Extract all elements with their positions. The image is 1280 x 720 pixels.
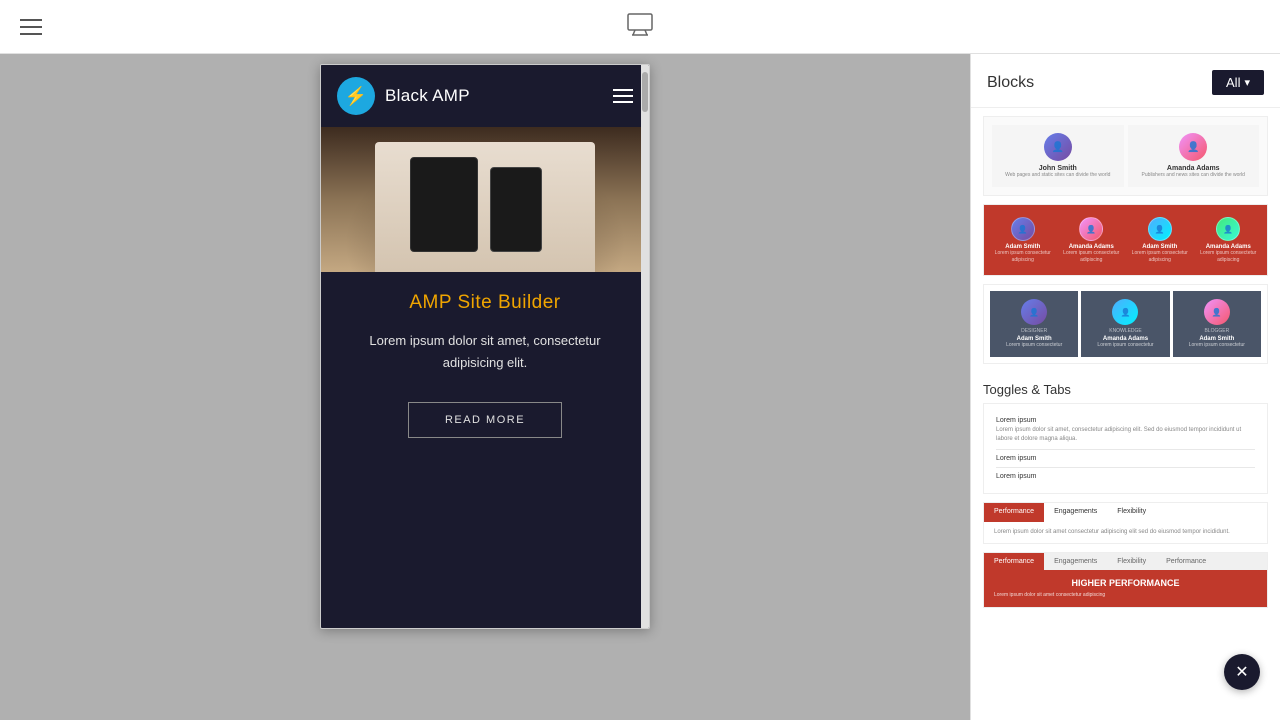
team-red-desc-1: Lorem ipsum consectetur adipiscing bbox=[994, 250, 1052, 263]
team-dark-desc-2: Lorem ipsum consectetur bbox=[1085, 342, 1165, 349]
toggles-section-label: Toggles & Tabs bbox=[983, 372, 1268, 403]
team-2col-grid: 👤 John Smith Web pages and static sites … bbox=[984, 117, 1267, 195]
tab2-flexibility[interactable]: Flexibility bbox=[1107, 553, 1156, 570]
mobile-content-title: AMP Site Builder bbox=[341, 292, 629, 314]
mobile-nav-logo: ⚡ Black AMP bbox=[337, 77, 470, 115]
right-panel: Blocks All 👤 John Smith Web pages and st… bbox=[970, 54, 1280, 720]
monitor-icon bbox=[625, 9, 655, 44]
team-red-avatar-1: 👤 bbox=[1011, 217, 1035, 241]
team-4col-grid: 👤 Adam Smith Lorem ipsum consectetur adi… bbox=[984, 205, 1267, 275]
main-content: ⚡ Black AMP AMP Site Builder bbox=[0, 54, 1280, 720]
tab2-performance[interactable]: Performance bbox=[984, 553, 1044, 570]
team-name-1: John Smith bbox=[998, 165, 1118, 172]
header bbox=[0, 0, 1280, 54]
toggle-item-3: Lorem ipsum bbox=[996, 468, 1255, 485]
close-fab-button[interactable]: ✕ bbox=[1224, 654, 1260, 690]
team-dark-desc-3: Lorem ipsum consectetur bbox=[1177, 342, 1257, 349]
team-red-avatar-2: 👤 bbox=[1079, 217, 1103, 241]
team-dark-role-1: DESIGNER bbox=[994, 328, 1074, 334]
team-dark-3: 👤 BLOGGER Adam Smith Lorem ipsum consect… bbox=[1173, 291, 1261, 357]
mobile-scrollbar[interactable] bbox=[641, 65, 649, 628]
toggles-block[interactable]: Lorem ipsum Lorem ipsum dolor sit amet, … bbox=[983, 403, 1268, 494]
team-name-2: Amanda Adams bbox=[1134, 165, 1254, 172]
toggle-item-2: Lorem ipsum bbox=[996, 450, 1255, 468]
team-dark-2: 👤 KNOWLEDGE Amanda Adams Lorem ipsum con… bbox=[1081, 291, 1169, 357]
team-dark-avatar-1: 👤 bbox=[1021, 299, 1047, 325]
tabs-header-1: Performance Engagements Flexibility bbox=[984, 503, 1267, 522]
team-block-2col[interactable]: 👤 John Smith Web pages and static sites … bbox=[983, 116, 1268, 196]
toggle-title-1: Lorem ipsum bbox=[996, 417, 1255, 424]
team-member-2: 👤 Amanda Adams Publishers and news sites… bbox=[1128, 125, 1260, 187]
hero-phone-left bbox=[410, 157, 478, 252]
team-red-avatar-3: 👤 bbox=[1148, 217, 1172, 241]
tab2-engagements[interactable]: Engagements bbox=[1044, 553, 1107, 570]
team-dark-desc-1: Lorem ipsum consectetur bbox=[994, 342, 1074, 349]
mobile-preview: ⚡ Black AMP AMP Site Builder bbox=[320, 64, 650, 629]
mobile-hero bbox=[321, 127, 649, 272]
tabs-header-2: Performance Engagements Flexibility Perf… bbox=[984, 553, 1267, 570]
canvas-area: ⚡ Black AMP AMP Site Builder bbox=[0, 54, 970, 720]
team-block-3col[interactable]: 👤 DESIGNER Adam Smith Lorem ipsum consec… bbox=[983, 284, 1268, 364]
tab2-content: HIGHER PERFORMANCE Lorem ipsum dolor sit… bbox=[984, 570, 1267, 607]
team-red-4: 👤 Amanda Adams Lorem ipsum consectetur a… bbox=[1196, 211, 1262, 269]
team-red-1: 👤 Adam Smith Lorem ipsum consectetur adi… bbox=[990, 211, 1056, 269]
tab-performance[interactable]: Performance bbox=[984, 503, 1044, 522]
tab-engagements[interactable]: Engagements bbox=[1044, 503, 1107, 522]
toggle-title-3: Lorem ipsum bbox=[996, 473, 1255, 480]
team-dark-role-2: KNOWLEDGE bbox=[1085, 328, 1165, 334]
all-button[interactable]: All bbox=[1212, 70, 1264, 95]
team-dark-role-3: BLOGGER bbox=[1177, 328, 1257, 334]
team-desc-2: Publishers and news sites can divide the… bbox=[1134, 172, 1254, 179]
team-red-3: 👤 Adam Smith Lorem ipsum consectetur adi… bbox=[1127, 211, 1193, 269]
panel-header: Blocks All bbox=[971, 54, 1280, 108]
mobile-cta-button[interactable]: READ MORE bbox=[408, 402, 562, 438]
tabs-block-2[interactable]: Performance Engagements Flexibility Perf… bbox=[983, 552, 1268, 608]
tab2-heading: HIGHER PERFORMANCE bbox=[994, 578, 1257, 588]
mobile-scroll-thumb bbox=[642, 72, 648, 112]
tab-flexibility[interactable]: Flexibility bbox=[1107, 503, 1156, 522]
mobile-nav-title: Black AMP bbox=[385, 86, 470, 106]
tab-content-1: Lorem ipsum dolor sit amet consectetur a… bbox=[984, 522, 1267, 543]
team-red-desc-2: Lorem ipsum consectetur adipiscing bbox=[1063, 250, 1121, 263]
hero-couch bbox=[375, 142, 595, 272]
team-red-avatar-4: 👤 bbox=[1216, 217, 1240, 241]
mobile-content-body: Lorem ipsum dolor sit amet, consectetur … bbox=[341, 330, 629, 374]
team-avatar-1: 👤 bbox=[1044, 133, 1072, 161]
mobile-body: AMP Site Builder Lorem ipsum dolor sit a… bbox=[321, 272, 649, 458]
tabs-block-1[interactable]: Performance Engagements Flexibility Lore… bbox=[983, 502, 1268, 544]
hero-phone-right bbox=[490, 167, 542, 252]
mobile-nav: ⚡ Black AMP bbox=[321, 65, 649, 127]
team-desc-1: Web pages and static sites can divide th… bbox=[998, 172, 1118, 179]
blocks-title: Blocks bbox=[987, 74, 1034, 92]
toggle-content-1: Lorem ipsum dolor sit amet, consectetur … bbox=[996, 426, 1255, 444]
toggle-title-2: Lorem ipsum bbox=[996, 455, 1255, 462]
team-red-2: 👤 Amanda Adams Lorem ipsum consectetur a… bbox=[1059, 211, 1125, 269]
team-dark-avatar-2: 👤 bbox=[1112, 299, 1138, 325]
menu-icon[interactable] bbox=[20, 19, 42, 35]
team-3col-grid: 👤 DESIGNER Adam Smith Lorem ipsum consec… bbox=[984, 285, 1267, 363]
team-dark-avatar-3: 👤 bbox=[1204, 299, 1230, 325]
tab2-performance2[interactable]: Performance bbox=[1156, 553, 1216, 570]
team-red-desc-3: Lorem ipsum consectetur adipiscing bbox=[1131, 250, 1189, 263]
tab2-text: Lorem ipsum dolor sit amet consectetur a… bbox=[994, 592, 1257, 599]
team-member-1: 👤 John Smith Web pages and static sites … bbox=[992, 125, 1124, 187]
mobile-hamburger-icon[interactable] bbox=[613, 89, 633, 103]
team-dark-1: 👤 DESIGNER Adam Smith Lorem ipsum consec… bbox=[990, 291, 1078, 357]
team-avatar-2: 👤 bbox=[1179, 133, 1207, 161]
logo-icon: ⚡ bbox=[337, 77, 375, 115]
team-red-desc-4: Lorem ipsum consectetur adipiscing bbox=[1200, 250, 1258, 263]
panel-scroll[interactable]: 👤 John Smith Web pages and static sites … bbox=[971, 108, 1280, 720]
toggle-item-1: Lorem ipsum Lorem ipsum dolor sit amet, … bbox=[996, 412, 1255, 450]
team-block-4col[interactable]: 👤 Adam Smith Lorem ipsum consectetur adi… bbox=[983, 204, 1268, 276]
